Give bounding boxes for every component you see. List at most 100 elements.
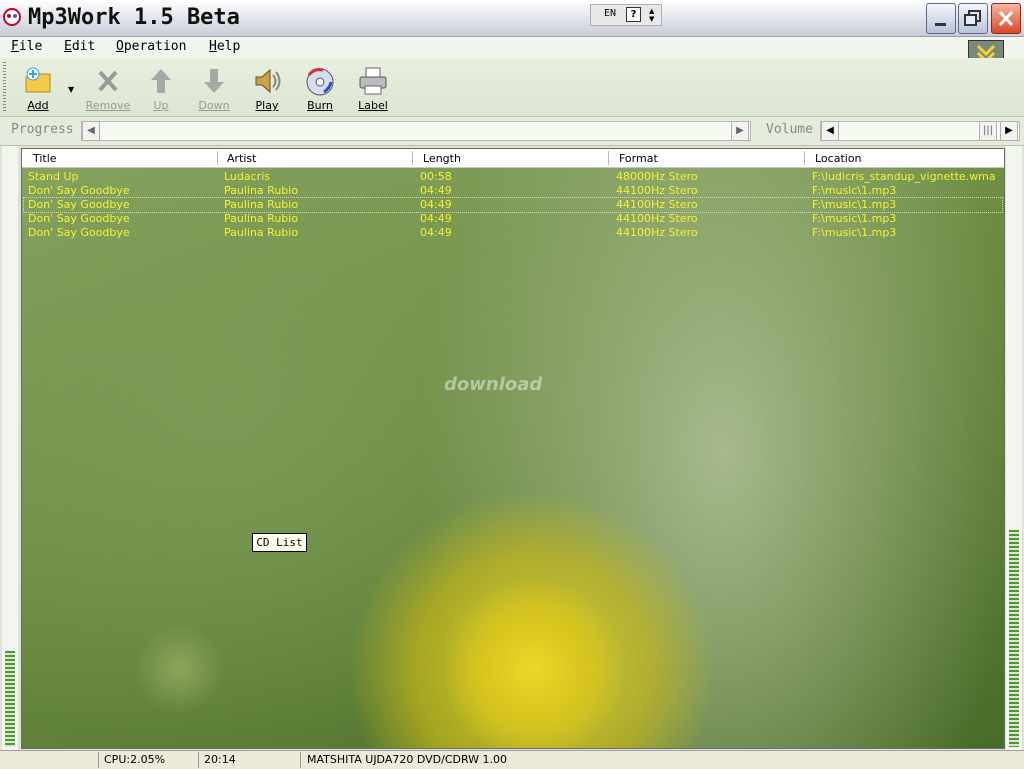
menu-operation[interactable]: Operation bbox=[116, 39, 186, 54]
status-divider bbox=[300, 752, 301, 768]
right-level-meter bbox=[1006, 146, 1022, 750]
volume-right-arrow-icon[interactable]: ▶ bbox=[1000, 121, 1018, 141]
progress-right-arrow-icon[interactable]: ▶ bbox=[731, 121, 749, 141]
burn-button[interactable]: Burn bbox=[296, 62, 344, 114]
watermark: download bbox=[444, 374, 543, 395]
cpu-usage: CPU:2.05% bbox=[104, 753, 166, 766]
add-dropdown-arrow-icon[interactable]: ▼ bbox=[68, 85, 74, 94]
menu-bar: File Edit Operation Help bbox=[0, 37, 1024, 58]
column-divider[interactable] bbox=[608, 151, 609, 165]
track-length: 04:49 bbox=[420, 212, 452, 225]
status-divider bbox=[98, 752, 99, 768]
track-location: F:\music\1.mp3 bbox=[812, 226, 897, 239]
track-artist: Paulina Rubio bbox=[224, 226, 299, 239]
track-length: 00:58 bbox=[420, 170, 452, 183]
language-bar[interactable]: EN ? ▲ ▼ bbox=[590, 4, 662, 26]
left-level-meter bbox=[2, 146, 18, 750]
drive-info: MATSHITA UJDA720 DVD/CDRW 1.00 bbox=[307, 753, 508, 766]
toolbar-grip[interactable] bbox=[3, 62, 6, 112]
menu-help[interactable]: Help bbox=[209, 39, 240, 54]
track-location: F:\music\1.mp3 bbox=[812, 212, 897, 225]
track-row[interactable]: Don' Say Goodbye Paulina Rubio 04:49 441… bbox=[24, 226, 1002, 240]
progress-label: Progress bbox=[11, 122, 74, 137]
menu-edit[interactable]: Edit bbox=[64, 39, 95, 54]
volume-thumb[interactable]: ||| bbox=[979, 121, 997, 141]
minimize-button[interactable] bbox=[926, 3, 956, 34]
track-format: 44100Hz Stero bbox=[616, 184, 698, 197]
track-format: 44100Hz Stero bbox=[616, 198, 698, 211]
arrow-down-icon bbox=[204, 69, 224, 93]
track-title: Don' Say Goodbye bbox=[28, 184, 130, 197]
burn-label: Burn bbox=[307, 99, 333, 112]
track-format: 44100Hz Stero bbox=[616, 212, 698, 225]
track-location: F:\ludicris_standup_vignette.wma bbox=[812, 170, 996, 183]
remove-x-icon bbox=[98, 70, 118, 92]
close-button[interactable] bbox=[991, 3, 1021, 34]
column-title[interactable]: Title bbox=[33, 152, 57, 165]
left-vu-meter bbox=[5, 651, 15, 747]
arrow-up-icon bbox=[151, 69, 171, 93]
help-icon[interactable]: ? bbox=[626, 7, 641, 22]
printer-icon bbox=[359, 67, 387, 95]
add-button[interactable]: Add bbox=[14, 62, 62, 114]
track-length: 04:49 bbox=[420, 198, 452, 211]
down-button[interactable]: Down bbox=[190, 62, 238, 114]
maximize-button[interactable] bbox=[958, 3, 988, 34]
clock-time: 20:14 bbox=[204, 753, 236, 766]
track-length: 04:49 bbox=[420, 184, 452, 197]
right-vu-meter bbox=[1009, 530, 1019, 747]
folder-add-icon bbox=[25, 67, 51, 93]
app-logo-icon bbox=[2, 7, 22, 27]
up-label: Up bbox=[153, 99, 169, 112]
column-divider[interactable] bbox=[217, 151, 218, 165]
progress-track[interactable] bbox=[81, 121, 751, 141]
speaker-icon bbox=[255, 68, 281, 94]
track-row-selected[interactable]: Don' Say Goodbye Paulina Rubio 04:49 441… bbox=[23, 197, 1003, 213]
column-artist[interactable]: Artist bbox=[227, 152, 256, 165]
status-divider bbox=[198, 752, 199, 768]
language-code[interactable]: EN bbox=[604, 8, 616, 19]
track-location: F:\music\1.mp3 bbox=[812, 198, 897, 211]
up-button[interactable]: Up bbox=[137, 62, 185, 114]
column-location[interactable]: Location bbox=[815, 152, 862, 165]
column-header: Title Artist Length Format Location bbox=[22, 149, 1004, 168]
track-artist: Paulina Rubio bbox=[224, 184, 299, 197]
label-label: Label bbox=[358, 99, 388, 112]
volume-left-arrow-icon[interactable]: ◀ bbox=[821, 121, 839, 141]
track-row[interactable]: Don' Say Goodbye Paulina Rubio 04:49 441… bbox=[24, 212, 1002, 226]
add-label: Add bbox=[27, 99, 49, 112]
track-title: Stand Up bbox=[28, 170, 79, 183]
column-divider[interactable] bbox=[804, 151, 805, 165]
track-artist: Ludacris bbox=[224, 170, 270, 183]
status-bar: CPU:2.05% 20:14 MATSHITA UJDA720 DVD/CDR… bbox=[0, 750, 1024, 769]
column-divider[interactable] bbox=[412, 151, 413, 165]
track-artist: Paulina Rubio bbox=[224, 212, 299, 225]
cd-list[interactable]: download Title Artist Length Format Loca… bbox=[21, 148, 1005, 749]
play-button[interactable]: Play bbox=[243, 62, 291, 114]
window-title: Mp3Work 1.5 Beta bbox=[28, 5, 240, 30]
language-options-icon[interactable]: ▲ ▼ bbox=[649, 7, 654, 23]
track-format: 44100Hz Stero bbox=[616, 226, 698, 239]
column-format[interactable]: Format bbox=[619, 152, 658, 165]
title-bar: Mp3Work 1.5 Beta EN ? ▲ ▼ bbox=[0, 0, 1024, 37]
track-title: Don' Say Goodbye bbox=[28, 212, 130, 225]
track-title: Don' Say Goodbye bbox=[28, 226, 130, 239]
track-length: 04:49 bbox=[420, 226, 452, 239]
play-label: Play bbox=[255, 99, 279, 112]
track-title: Don' Say Goodbye bbox=[28, 198, 130, 211]
progress-volume-bar: Progress ◀ ▶ Volume ◀ ||| ▶ bbox=[0, 117, 1024, 146]
remove-label: Remove bbox=[85, 99, 131, 112]
remove-button[interactable]: Remove bbox=[84, 62, 132, 114]
disc-burn-icon bbox=[306, 68, 334, 96]
label-button[interactable]: Label bbox=[349, 62, 397, 114]
track-row[interactable]: Stand Up Ludacris 00:58 48000Hz Stero F:… bbox=[24, 170, 1002, 184]
progress-left-arrow-icon[interactable]: ◀ bbox=[82, 121, 100, 141]
column-length[interactable]: Length bbox=[423, 152, 461, 165]
cd-list-tooltip: CD List bbox=[252, 533, 307, 552]
track-row[interactable]: Don' Say Goodbye Paulina Rubio 04:49 441… bbox=[24, 184, 1002, 198]
track-format: 48000Hz Stero bbox=[616, 170, 698, 183]
track-location: F:\music\1.mp3 bbox=[812, 184, 897, 197]
volume-label: Volume bbox=[766, 122, 813, 137]
menu-file[interactable]: File bbox=[11, 39, 42, 54]
down-label: Down bbox=[198, 99, 230, 112]
